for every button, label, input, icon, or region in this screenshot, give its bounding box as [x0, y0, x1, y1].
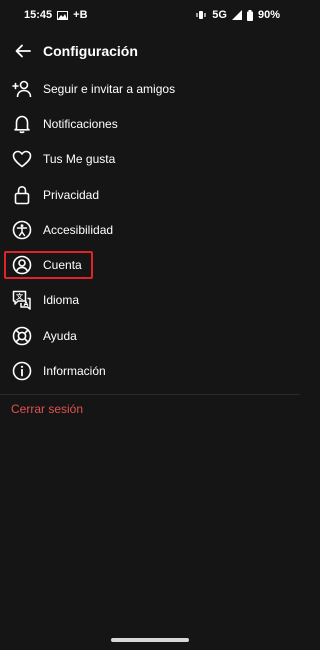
bell-icon: [11, 113, 33, 135]
status-time: 15:45: [24, 9, 53, 21]
info-icon: [11, 360, 33, 382]
menu-item-label: Accesibilidad: [43, 222, 114, 237]
menu-item-label: Tus Me gusta: [43, 152, 116, 167]
battery-level: 90%: [257, 9, 280, 21]
status-bar: 15:45 +B 5G 90%: [0, 0, 300, 30]
vibrate-icon: [195, 10, 207, 20]
menu-item-follow-invite[interactable]: Seguir e invitar a amigos: [0, 71, 300, 106]
menu-item-label: Cuenta: [43, 258, 82, 273]
menu-item-label: Privacidad: [43, 187, 100, 202]
menu-item-accessibility[interactable]: Accesibilidad: [0, 212, 300, 247]
home-indicator[interactable]: [111, 638, 189, 642]
help-icon: [11, 325, 33, 347]
menu-item-label: Ayuda: [43, 328, 77, 343]
page-title: Configuración: [43, 43, 138, 59]
svg-text:文: 文: [16, 292, 24, 301]
menu-item-label: Idioma: [43, 293, 80, 308]
add-person-icon: [11, 78, 33, 100]
settings-menu: Seguir e invitar a amigos Notificaciones…: [0, 71, 300, 389]
menu-item-privacy[interactable]: Privacidad: [0, 177, 300, 212]
image-notification-icon: [57, 10, 69, 20]
status-left: 15:45 +B: [24, 9, 88, 21]
status-right: 5G 90%: [195, 9, 280, 21]
battery-icon: [246, 9, 253, 21]
menu-item-notifications[interactable]: Notificaciones: [0, 106, 300, 141]
heart-icon: [11, 148, 33, 170]
logout-button[interactable]: Cerrar sesión: [11, 402, 83, 416]
divider: [0, 394, 300, 395]
menu-item-label: Seguir e invitar a amigos: [43, 81, 176, 96]
account-icon: [11, 254, 33, 276]
header: Configuración: [0, 34, 300, 68]
language-icon: 文: [11, 289, 33, 311]
accessibility-icon: [11, 219, 33, 241]
menu-item-label: Información: [43, 364, 106, 379]
menu-item-likes[interactable]: Tus Me gusta: [0, 142, 300, 177]
menu-item-account[interactable]: Cuenta: [0, 247, 300, 282]
menu-item-help[interactable]: Ayuda: [0, 318, 300, 353]
back-arrow-icon: [15, 44, 31, 58]
menu-item-language[interactable]: 文 Idioma: [0, 283, 300, 318]
menu-item-information[interactable]: Información: [0, 353, 300, 388]
status-extra: +B: [73, 9, 88, 21]
menu-item-label: Notificaciones: [43, 116, 118, 131]
back-button[interactable]: [11, 39, 35, 63]
signal-icon: [231, 10, 242, 20]
lock-icon: [11, 184, 33, 206]
network-type: 5G: [212, 9, 227, 21]
